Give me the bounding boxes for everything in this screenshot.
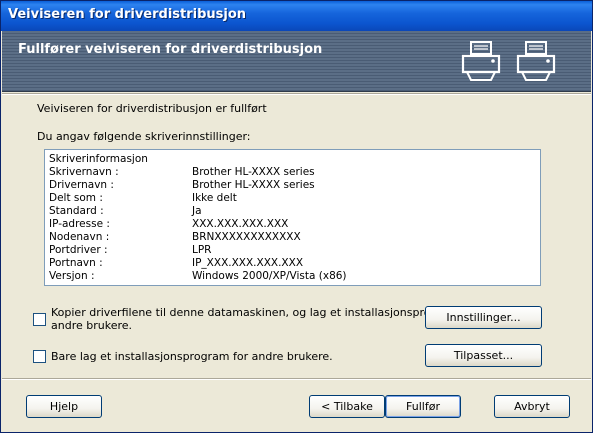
settings-listbox[interactable]: Skriverinformasjon Skrivernavn : Brother… [44, 149, 541, 286]
printer-icon [461, 41, 501, 81]
wizard-window: Veiviseren for driverdistribusjon Fullfø… [0, 0, 593, 433]
printer-icon [516, 41, 556, 81]
banner-divider [2, 93, 591, 95]
copy-drivers-label-line2[interactable]: andre brukere. [51, 319, 132, 332]
settings-button[interactable]: Innstillinger... [425, 306, 542, 329]
help-button[interactable]: Hjelp [26, 395, 102, 418]
footer-divider [2, 378, 591, 380]
settings-label: Du angav følgende skriverinnstillinger: [37, 130, 251, 143]
wizard-banner: Fullfører veiviseren for driverdistribus… [2, 31, 591, 92]
installer-only-label[interactable]: Bare lag et installasjonsprogram for and… [51, 350, 333, 363]
banner-heading: Fullfører veiviseren for driverdistribus… [18, 42, 323, 57]
window-title: Veiviseren for driverdistribusjon [8, 7, 247, 22]
cancel-button[interactable]: Avbryt [494, 395, 570, 418]
copy-drivers-checkbox[interactable] [33, 313, 46, 326]
copy-drivers-label-line1[interactable]: Kopier driverfilene til denne datamaskin… [51, 306, 478, 319]
installer-only-checkbox[interactable] [33, 350, 46, 363]
custom-button[interactable]: Tilpasset... [425, 344, 542, 367]
back-button[interactable]: < Tilbake [309, 395, 385, 418]
finish-button[interactable]: Fullfør [385, 395, 461, 418]
status-text: Veiviseren for driverdistribusjon er ful… [37, 102, 267, 115]
title-bar[interactable]: Veiviseren for driverdistribusjon [1, 1, 592, 31]
